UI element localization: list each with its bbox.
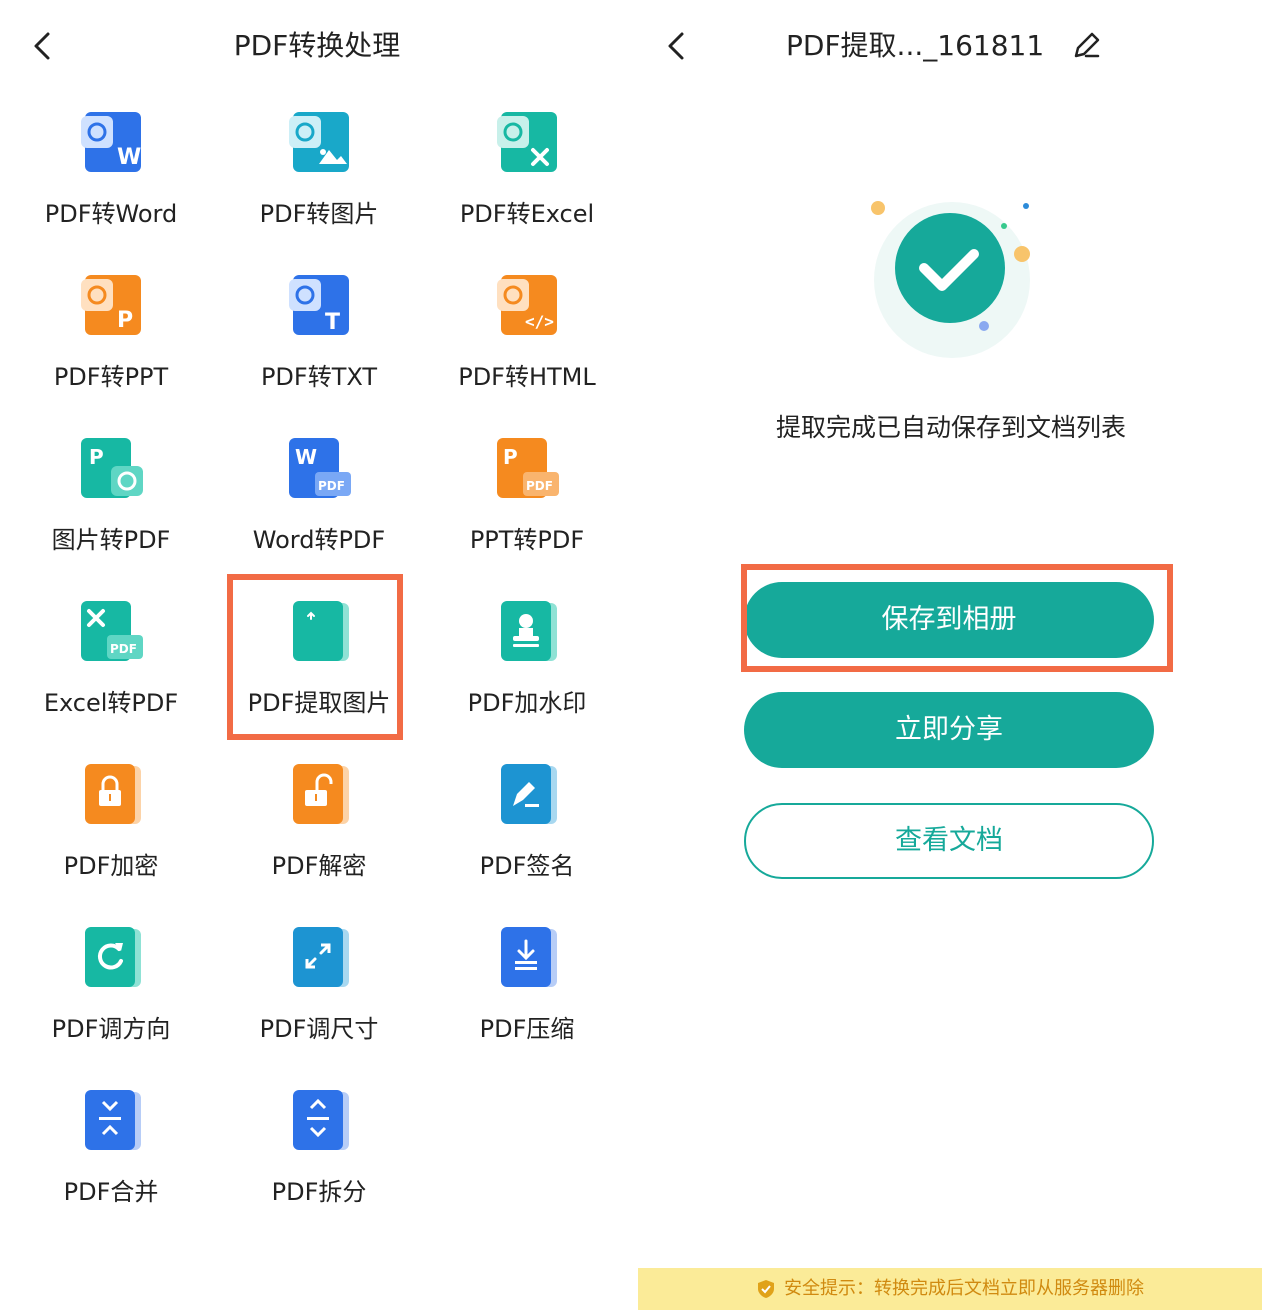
tool-label: PDF转HTML (458, 363, 596, 391)
merge-icon (75, 1088, 147, 1160)
tool-resize[interactable]: PDF调尺寸 (219, 925, 419, 1075)
svg-text:P: P (89, 445, 104, 469)
tool-label: PDF调尺寸 (259, 1015, 379, 1043)
tool-label: PDF转图片 (259, 200, 379, 228)
tool-pdf-to-image[interactable]: PDF转图片 (219, 110, 419, 260)
tool-ppt-to-pdf[interactable]: P PDF PPT转PDF (427, 436, 627, 586)
tool-label: PDF拆分 (271, 1178, 367, 1206)
svg-text:P: P (503, 445, 518, 469)
chevron-left-icon (668, 32, 684, 60)
tool-label: 图片转PDF (51, 526, 171, 554)
svg-text:PDF: PDF (526, 479, 553, 493)
tool-encrypt[interactable]: PDF加密 (11, 762, 211, 912)
success-check-icon (864, 192, 1034, 362)
tool-rotate[interactable]: PDF调方向 (11, 925, 211, 1075)
svg-text:PDF: PDF (110, 642, 137, 656)
tool-pdf-to-ppt[interactable]: P PDF转PPT (11, 273, 211, 423)
tool-label: PDF转Word (44, 200, 178, 228)
tool-label: PDF压缩 (479, 1015, 575, 1043)
svg-text:PDF: PDF (318, 479, 345, 493)
tool-merge[interactable]: PDF合并 (11, 1088, 211, 1238)
tool-watermark[interactable]: PDF加水印 (427, 599, 627, 749)
pdf-to-ppt-icon: P (75, 273, 147, 345)
tool-label: PDF转PPT (53, 363, 169, 391)
rotate-icon (75, 925, 147, 997)
pdf-to-excel-icon (491, 110, 563, 182)
tool-label: PDF加水印 (467, 689, 587, 717)
tools-panel: PDF转换处理 W PDF转Word PDF转图片 PDF转Excel P PD… (0, 0, 634, 1316)
svg-text:W: W (117, 145, 141, 170)
image-to-pdf-icon: P (75, 436, 147, 508)
pdf-to-html-icon: </> (491, 273, 563, 345)
tool-label: PDF合并 (63, 1178, 159, 1206)
tool-label: PDF加密 (63, 852, 159, 880)
tool-image-to-pdf[interactable]: P 图片转PDF (11, 436, 211, 586)
word-to-pdf-icon: W PDF (283, 436, 355, 508)
shield-check-icon (756, 1279, 776, 1299)
highlight-frame (227, 574, 403, 740)
view-document-button[interactable]: 查看文档 (744, 803, 1154, 879)
watermark-icon (491, 599, 563, 671)
tool-pdf-to-word[interactable]: W PDF转Word (11, 110, 211, 260)
compress-icon (491, 925, 563, 997)
signature-pen-icon (491, 762, 563, 834)
ppt-to-pdf-icon: P PDF (491, 436, 563, 508)
tool-label: PDF转TXT (260, 363, 378, 391)
tool-signature[interactable]: PDF签名 (427, 762, 627, 912)
excel-to-pdf-icon: PDF (75, 599, 147, 671)
back-button[interactable] (660, 26, 696, 66)
pdf-to-txt-icon: T (283, 273, 355, 345)
security-notice: 安全提示：转换完成后文档立即从服务器删除 (638, 1268, 1262, 1310)
pdf-to-image-icon (283, 110, 355, 182)
share-button[interactable]: 立即分享 (744, 692, 1154, 768)
tool-compress[interactable]: PDF压缩 (427, 925, 627, 1075)
file-title: PDF提取..._161811 (786, 29, 1045, 62)
unlock-icon (283, 762, 355, 834)
tool-label: PPT转PDF (469, 526, 585, 554)
resize-icon (283, 925, 355, 997)
security-notice-text: 安全提示：转换完成后文档立即从服务器删除 (784, 1278, 1144, 1299)
tool-label: Excel转PDF (43, 689, 179, 717)
tool-label: Word转PDF (252, 526, 386, 554)
pdf-to-word-icon: W (75, 110, 147, 182)
success-message: 提取完成已自动保存到文档列表 (775, 413, 1126, 442)
edit-icon[interactable] (1068, 28, 1104, 64)
tool-label: PDF签名 (479, 852, 575, 880)
tool-pdf-to-txt[interactable]: T PDF转TXT (219, 273, 419, 423)
tool-label: PDF解密 (271, 852, 367, 880)
tool-pdf-to-excel[interactable]: PDF转Excel (427, 110, 627, 260)
page-title: PDF转换处理 (233, 29, 401, 62)
tool-decrypt[interactable]: PDF解密 (219, 762, 419, 912)
svg-text:</>: </> (525, 312, 554, 331)
tool-word-to-pdf[interactable]: W PDF Word转PDF (219, 436, 419, 586)
svg-text:T: T (325, 310, 340, 335)
lock-icon (75, 762, 147, 834)
tool-label: PDF转Excel (459, 200, 595, 228)
tool-excel-to-pdf[interactable]: PDF Excel转PDF (11, 599, 211, 749)
tool-label: PDF调方向 (51, 1015, 171, 1043)
split-icon (283, 1088, 355, 1160)
tool-pdf-to-html[interactable]: </> PDF转HTML (427, 273, 627, 423)
svg-text:P: P (117, 308, 133, 333)
svg-text:W: W (295, 445, 317, 469)
highlight-frame (741, 564, 1173, 672)
result-panel: PDF提取..._161811 提取完成已自动保存到文档列表 保存到相册 立即分… (634, 0, 1268, 1316)
tool-split[interactable]: PDF拆分 (219, 1088, 419, 1238)
